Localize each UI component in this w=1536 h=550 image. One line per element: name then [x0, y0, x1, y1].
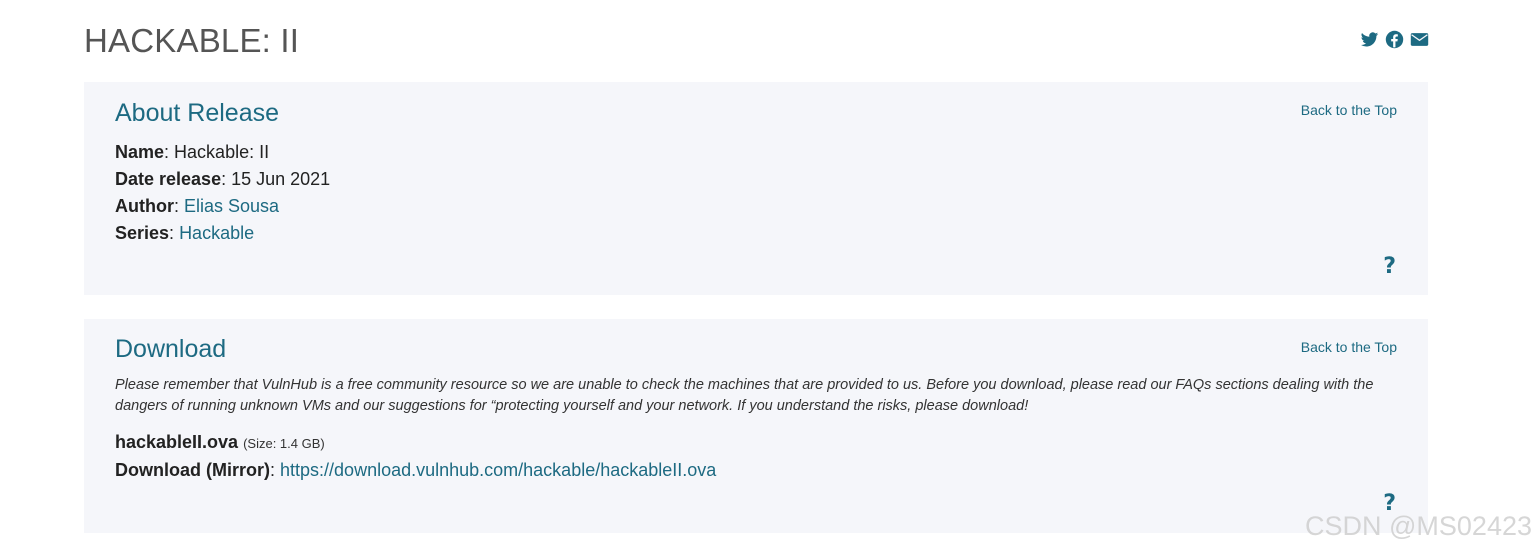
file-name: hackableII.ova — [115, 432, 239, 452]
help-icon[interactable]: ? — [1383, 254, 1396, 279]
twitter-icon[interactable] — [1360, 30, 1379, 49]
name-value: Hackable: II — [174, 142, 270, 162]
envelope-icon[interactable] — [1410, 30, 1429, 49]
mirror-label: Download (Mirror) — [115, 460, 270, 480]
date-value: 15 Jun 2021 — [231, 169, 331, 189]
author-label: Author — [115, 196, 174, 216]
date-row: Date release: 15 Jun 2021 — [115, 169, 331, 189]
download-card: Download Back to the Top Please remember… — [84, 319, 1428, 533]
about-release-heading: About Release — [115, 99, 280, 127]
mirror-link[interactable]: https://download.vulnhub.com/hackable/ha… — [280, 460, 716, 480]
file-size: (Size: 1.4 GB) — [243, 436, 325, 451]
series-row: Series: Hackable — [115, 223, 255, 243]
series-label: Series — [115, 223, 170, 243]
name-label: Name — [115, 142, 165, 162]
author-row: Author: Elias Sousa — [115, 196, 280, 216]
series-link[interactable]: Hackable — [179, 223, 254, 243]
page-title: HACKABLE: II — [84, 22, 300, 59]
name-row: Name: Hackable: II — [115, 142, 270, 162]
mirror-row: Download (Mirror): https://download.vuln… — [115, 460, 717, 480]
about-release-card: About Release Back to the Top Name: Hack… — [84, 82, 1428, 295]
file-row: hackableII.ova (Size: 1.4 GB) — [115, 429, 716, 457]
download-heading: Download — [115, 335, 227, 363]
date-label: Date release — [115, 169, 222, 189]
facebook-icon[interactable] — [1385, 30, 1404, 49]
download-files: hackableII.ova (Size: 1.4 GB) Download (… — [115, 429, 716, 484]
share-bar — [1360, 30, 1429, 49]
watermark: CSDN @MS02423 — [1305, 511, 1532, 541]
release-info: Name: Hackable: II Date release: 15 Jun … — [115, 139, 330, 247]
author-link[interactable]: Elias Sousa — [184, 196, 279, 216]
back-to-top-link[interactable]: Back to the Top — [1301, 102, 1397, 118]
download-notice: Please remember that VulnHub is a free c… — [115, 377, 1374, 414]
back-to-top-link[interactable]: Back to the Top — [1301, 339, 1397, 355]
